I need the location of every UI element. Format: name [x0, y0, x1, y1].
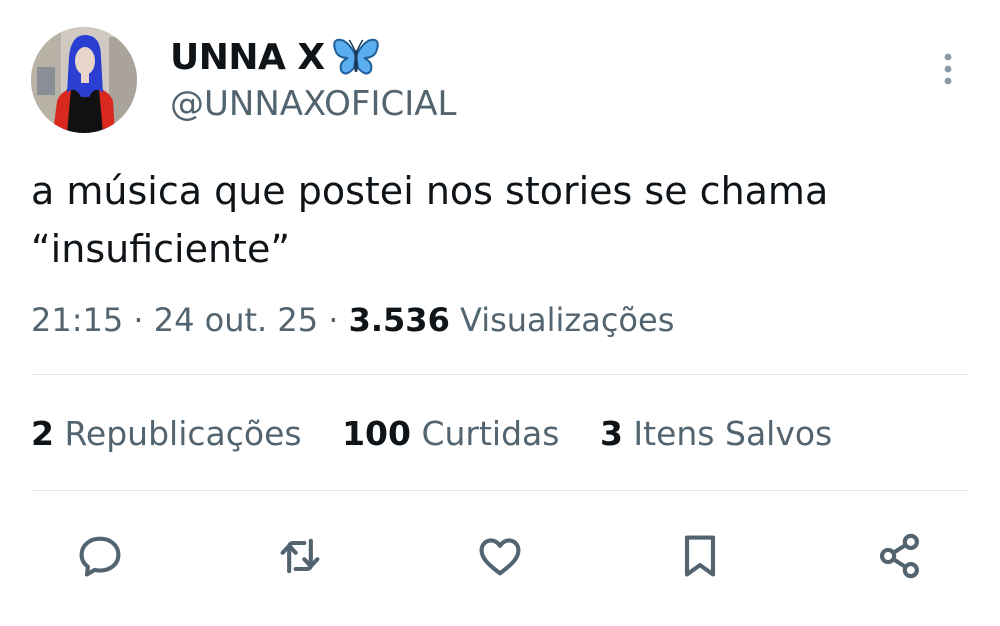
comment-icon	[79, 536, 121, 577]
avatar-image	[31, 27, 137, 133]
views-label: Visualizações	[460, 301, 675, 339]
tweet-time[interactable]: 21:15	[31, 301, 123, 339]
bookmark-icon	[684, 535, 716, 577]
divider	[31, 490, 969, 491]
repost-button[interactable]	[272, 528, 328, 584]
meta-separator: ·	[133, 301, 144, 339]
saves-stat[interactable]: 3 Itens Salvos	[600, 414, 832, 453]
more-options-button[interactable]	[936, 50, 960, 90]
reply-button[interactable]	[72, 528, 128, 584]
display-name-text: UNNA X	[170, 37, 325, 78]
saves-count: 3	[599, 414, 623, 453]
views-count: 3.536	[348, 301, 450, 339]
butterfly-icon	[332, 36, 379, 80]
action-bar	[0, 520, 1000, 590]
tweet-text: a música que postei nos stories se chama…	[31, 169, 829, 271]
meta-separator: ·	[328, 301, 339, 339]
heart-icon	[479, 538, 521, 576]
avatar[interactable]	[31, 27, 137, 133]
engagement-stats: 2 Republicações 100 Curtidas 3 Itens Sal…	[31, 412, 862, 456]
share-icon	[879, 533, 919, 579]
reposts-label: Republicações	[64, 414, 302, 453]
more-vertical-icon	[944, 53, 952, 85]
tweet-date[interactable]: 24 out. 25	[154, 301, 318, 339]
repost-icon	[280, 538, 320, 574]
likes-stat[interactable]: 100 Curtidas	[342, 414, 559, 453]
display-name[interactable]: UNNA X	[170, 36, 379, 80]
like-button[interactable]	[472, 528, 528, 584]
share-button[interactable]	[872, 528, 928, 584]
saves-label: Itens Salvos	[633, 414, 833, 453]
reposts-stat[interactable]: 2 Republicações	[31, 414, 302, 453]
tweet-meta: 21:15 · 24 out. 25 · 3.536 Visualizações	[31, 298, 674, 342]
handle[interactable]: @UNNAXOFICIAL	[170, 84, 456, 124]
divider	[31, 374, 969, 375]
likes-count: 100	[342, 414, 411, 453]
bookmark-button[interactable]	[672, 528, 728, 584]
likes-label: Curtidas	[421, 414, 560, 453]
reposts-count: 2	[31, 414, 54, 453]
